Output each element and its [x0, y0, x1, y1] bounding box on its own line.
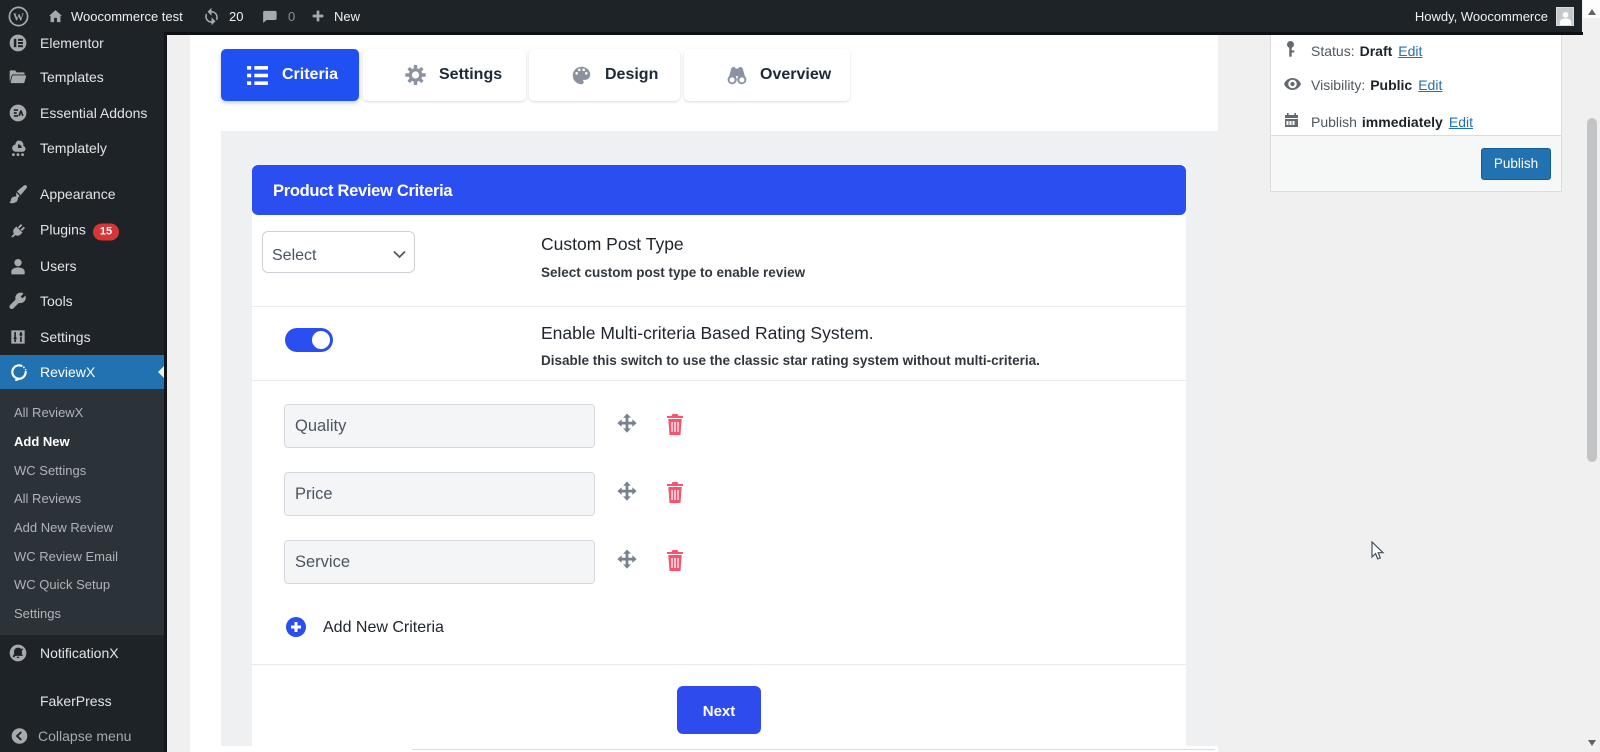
svg-text:W: W	[13, 11, 24, 23]
